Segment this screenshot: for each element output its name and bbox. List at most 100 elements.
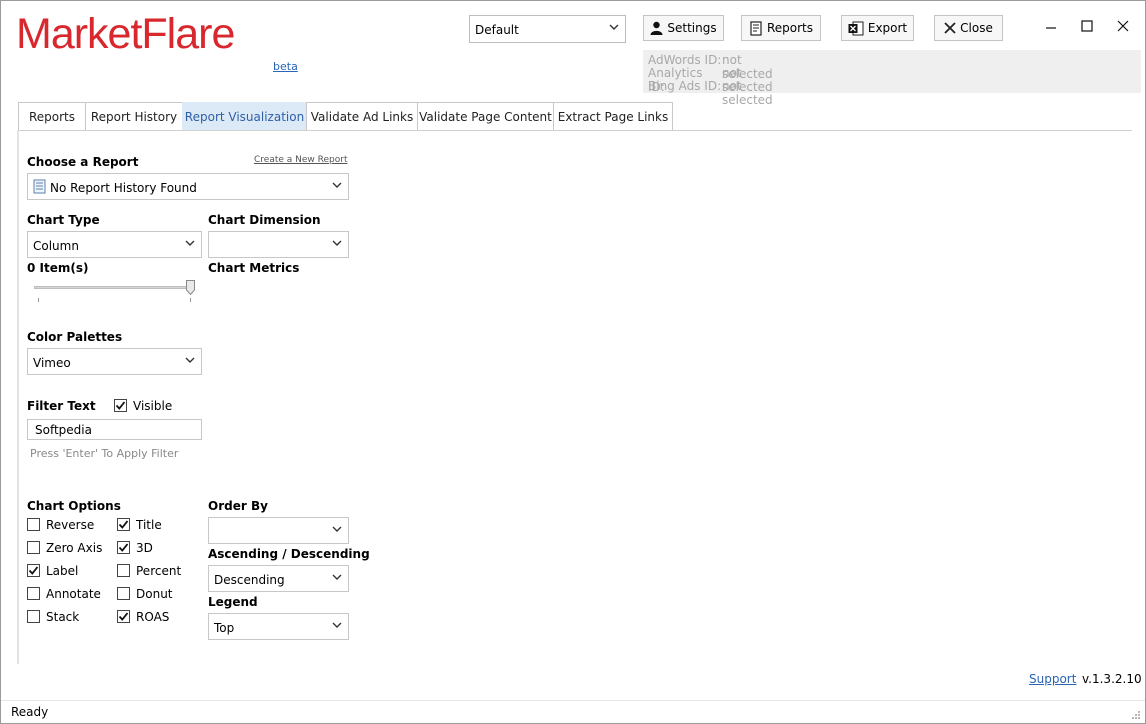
- close-button[interactable]: Close: [934, 15, 1003, 41]
- minimize-icon[interactable]: [1041, 18, 1061, 34]
- create-new-report-link[interactable]: Create a New Report: [254, 155, 347, 165]
- items-slider-track[interactable]: [34, 286, 194, 289]
- chart-option-label[interactable]: Label: [27, 564, 115, 580]
- choose-report-label: Choose a Report: [27, 155, 139, 169]
- slider-tick-start: [38, 298, 39, 302]
- tab-report-history[interactable]: Report History: [85, 102, 183, 130]
- chart-option-checkbox[interactable]: [27, 587, 40, 600]
- chart-option-label: ROAS: [136, 610, 170, 624]
- chart-option-checkbox[interactable]: [117, 587, 130, 600]
- slider-tick-end: [190, 298, 191, 302]
- asc-desc-select[interactable]: Descending: [208, 565, 349, 592]
- chart-option-title[interactable]: Title: [117, 518, 205, 534]
- visible-checkbox[interactable]: [114, 399, 127, 412]
- export-button-label: Export: [867, 21, 908, 35]
- chart-dimension-select[interactable]: [208, 231, 349, 258]
- asc-desc-label: Ascending / Descending: [208, 547, 370, 561]
- status-text: Ready: [11, 705, 49, 719]
- legend-select[interactable]: Top: [208, 613, 349, 640]
- app-logo: MarketFlare: [16, 10, 235, 58]
- support-link[interactable]: Support: [1029, 672, 1076, 686]
- chart-type-select[interactable]: Column: [27, 231, 202, 258]
- chart-option-checkbox[interactable]: [117, 541, 130, 554]
- window-close-icon[interactable]: [1113, 18, 1133, 34]
- chart-option-label: Label: [46, 564, 79, 578]
- chart-option-checkbox[interactable]: [27, 518, 40, 531]
- chart-option-label: Reverse: [46, 518, 95, 532]
- adwords-id-label: AdWords ID:: [648, 53, 722, 67]
- checkmark-icon: [118, 520, 129, 529]
- tab-report-visualization[interactable]: Report Visualization: [182, 102, 307, 130]
- bing-ads-id-label: Bing Ads ID:: [648, 79, 722, 93]
- chart-option-annotate[interactable]: Annotate: [27, 587, 115, 603]
- items-slider-thumb[interactable]: [186, 280, 195, 296]
- checkmark-icon: [28, 566, 39, 575]
- user-icon: [650, 21, 663, 35]
- close-icon: [944, 22, 956, 34]
- chevron-down-icon: [609, 24, 619, 30]
- chart-option-label: Title: [136, 518, 162, 532]
- chart-option-checkbox[interactable]: [117, 564, 130, 577]
- status-bar-divider: [1, 700, 1145, 701]
- chart-option-stack[interactable]: Stack: [27, 610, 115, 626]
- chart-option-label: Donut: [136, 587, 173, 601]
- filter-text-input[interactable]: Softpedia: [27, 419, 202, 440]
- chart-option-3d[interactable]: 3D: [117, 541, 205, 557]
- tab-extract-page-links[interactable]: Extract Page Links: [553, 102, 673, 130]
- chart-option-label: Zero Axis: [46, 541, 103, 555]
- chart-option-checkbox[interactable]: [27, 564, 40, 577]
- chart-option-checkbox[interactable]: [117, 610, 130, 623]
- filter-text-label: Filter Text: [27, 399, 96, 413]
- chart-option-label: 3D: [136, 541, 153, 555]
- resize-grip-icon[interactable]: [1129, 708, 1141, 720]
- chart-option-reverse[interactable]: Reverse: [27, 518, 115, 534]
- settings-button[interactable]: Settings: [643, 15, 724, 41]
- profile-select[interactable]: Default: [469, 15, 626, 43]
- tab-reports[interactable]: Reports: [18, 102, 86, 130]
- excel-icon: [848, 21, 864, 35]
- maximize-icon[interactable]: [1077, 18, 1097, 34]
- filter-hint: Press 'Enter' To Apply Filter: [30, 447, 179, 460]
- reports-button[interactable]: Reports: [741, 15, 821, 41]
- profile-select-value: Default: [475, 23, 519, 37]
- export-button[interactable]: Export: [841, 15, 914, 41]
- chart-option-checkbox[interactable]: [27, 610, 40, 623]
- chart-option-percent[interactable]: Percent: [117, 564, 205, 580]
- items-count-label: 0 Item(s): [27, 261, 89, 275]
- color-palette-select[interactable]: Vimeo: [27, 348, 202, 375]
- order-by-select[interactable]: [208, 517, 349, 544]
- tab-validate-ad-links[interactable]: Validate Ad Links: [306, 102, 418, 130]
- chart-option-label: Annotate: [46, 587, 101, 601]
- checkmark-icon: [118, 543, 129, 552]
- chart-option-zero-axis[interactable]: Zero Axis: [27, 541, 115, 557]
- chart-option-label: Stack: [46, 610, 80, 624]
- tab-divider: [18, 130, 1132, 131]
- chart-metrics-label: Chart Metrics: [208, 261, 300, 275]
- reports-button-label: Reports: [766, 21, 814, 35]
- account-ids-panel: AdWords ID: not selected Analytics ID: n…: [643, 50, 1141, 107]
- chart-option-checkbox[interactable]: [27, 541, 40, 554]
- chart-type-label: Chart Type: [27, 213, 100, 227]
- chevron-down-icon: [332, 622, 342, 628]
- chevron-down-icon: [332, 574, 342, 580]
- beta-link[interactable]: beta: [273, 60, 298, 73]
- chevron-down-icon: [332, 526, 342, 532]
- chevron-down-icon: [185, 357, 195, 363]
- chart-option-checkbox[interactable]: [117, 518, 130, 531]
- chevron-down-icon: [332, 240, 342, 246]
- tab-validate-page-content[interactable]: Validate Page Content: [417, 102, 554, 130]
- legend-label: Legend: [208, 595, 258, 609]
- chart-dimension-label: Chart Dimension: [208, 213, 321, 227]
- report-document-icon: [33, 179, 46, 194]
- chart-option-roas[interactable]: ROAS: [117, 610, 205, 626]
- version-label: v.1.3.2.10: [1082, 672, 1142, 686]
- chevron-down-icon: [185, 240, 195, 246]
- app-window: MarketFlare beta Default Settings Report…: [0, 0, 1146, 724]
- visible-checkbox-label: Visible: [133, 399, 173, 413]
- chart-option-donut[interactable]: Donut: [117, 587, 205, 603]
- settings-button-label: Settings: [667, 21, 717, 35]
- bing-ads-id-value: not selected: [722, 79, 773, 107]
- document-icon: [750, 20, 762, 36]
- report-select[interactable]: No Report History Found: [27, 173, 349, 200]
- legend-value: Top: [214, 621, 235, 635]
